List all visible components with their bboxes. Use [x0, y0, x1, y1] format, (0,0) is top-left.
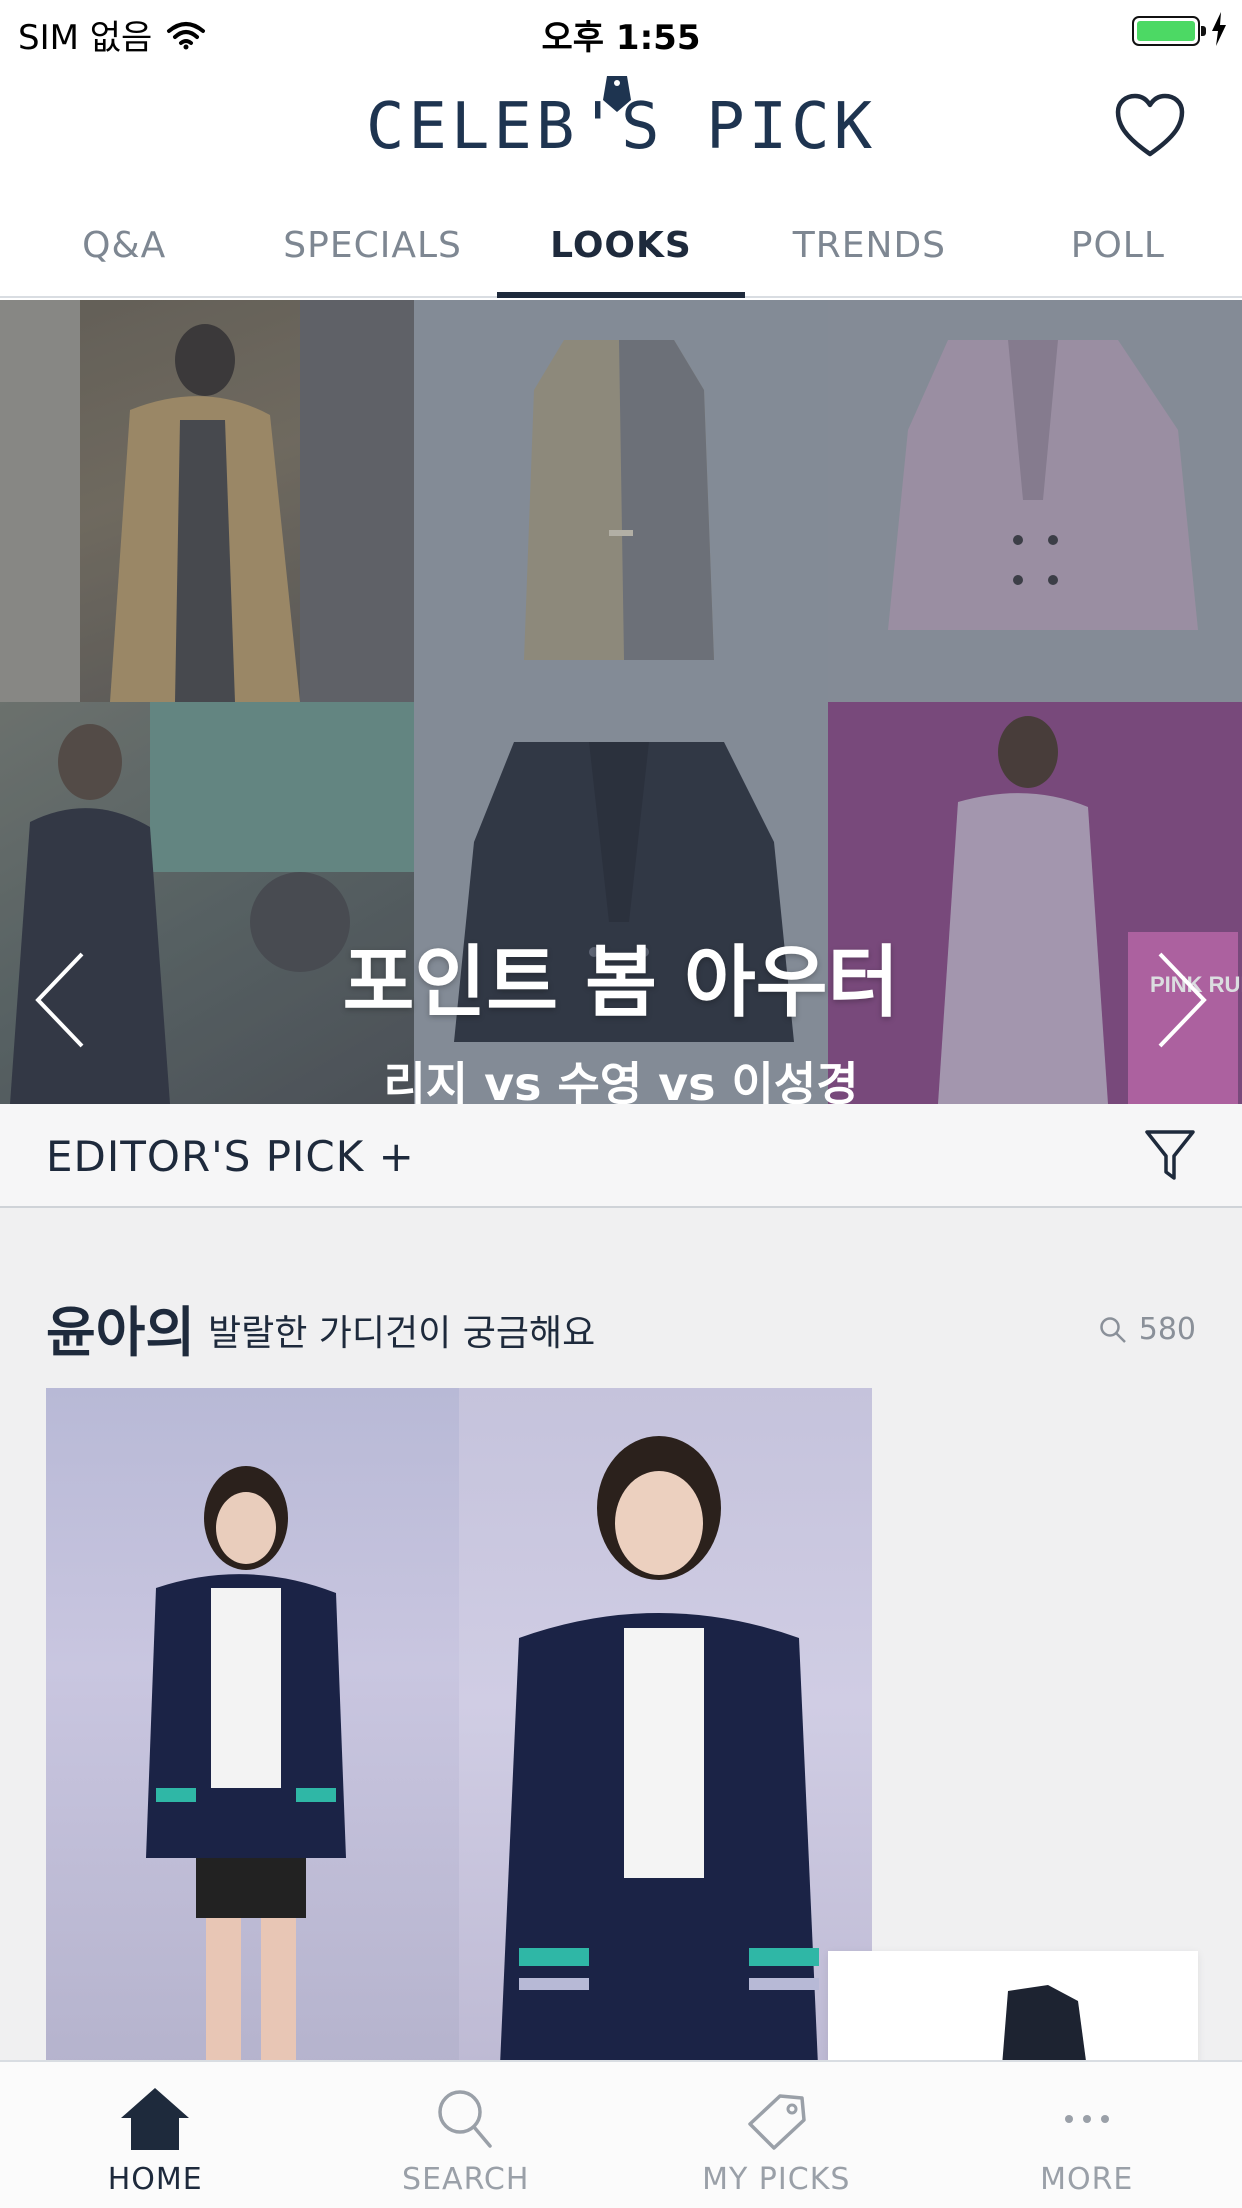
look-photo-right: [459, 1388, 872, 2060]
status-bar: SIM 없음 오후 1:55: [0, 0, 1242, 60]
price-tag-icon: [603, 76, 631, 112]
status-time: 오후 1:55: [541, 18, 701, 58]
featured-banner[interactable]: PINK RUN 포인트 봄 아우터 리지 vs 수영 vs 이성경: [0, 300, 1242, 1104]
look-feed: 윤아의 발랄한 가디건이 궁금해요 580: [0, 1208, 1242, 2060]
battery-level: [1137, 21, 1195, 41]
look-subtitle[interactable]: 발랄한 가디건이 궁금해요: [208, 1304, 595, 1356]
look-photo-left: [46, 1388, 459, 2060]
view-count: 580: [1099, 1312, 1196, 1347]
chevron-right-icon[interactable]: [1152, 950, 1212, 1050]
tab-specials[interactable]: SPECIALS: [248, 200, 496, 296]
tabbar-my-picks-label: MY PICKS: [702, 2162, 851, 2197]
tag-icon: [748, 2094, 806, 2150]
tabbar-home[interactable]: HOME: [0, 2062, 311, 2208]
home-icon: [121, 2088, 190, 2150]
tab-trends[interactable]: TRENDS: [745, 200, 993, 296]
heart-icon[interactable]: [1114, 92, 1186, 160]
editors-pick-bar: EDITOR'S PICK +: [0, 1104, 1242, 1208]
editors-pick-button[interactable]: EDITOR'S PICK +: [46, 1132, 415, 1181]
banner-title: 포인트 봄 아우터: [342, 938, 900, 1028]
tab-qa[interactable]: Q&A: [0, 200, 248, 296]
product-card[interactable]: [828, 1951, 1198, 2060]
charging-bolt-icon: [1212, 12, 1226, 46]
tab-poll[interactable]: POLL: [994, 200, 1242, 296]
chevron-left-icon[interactable]: [30, 950, 90, 1050]
tab-looks[interactable]: LOOKS: [496, 200, 746, 298]
filter-icon[interactable]: [1144, 1128, 1196, 1184]
tabbar-home-label: HOME: [107, 2162, 203, 2197]
look-celeb-name[interactable]: 윤아의: [46, 1288, 195, 1367]
search-icon: [1099, 1316, 1126, 1343]
tabbar-my-picks[interactable]: MY PICKS: [621, 2062, 932, 2208]
more-dots-icon: [1064, 2115, 1109, 2123]
tabbar-more-label: MORE: [1040, 2162, 1134, 2197]
tabbar-more[interactable]: MORE: [932, 2062, 1242, 2208]
tabbar-search[interactable]: SEARCH: [311, 2062, 622, 2208]
battery-icon: [1132, 16, 1206, 46]
search-icon: [438, 2090, 492, 2148]
tabbar-search-label: SEARCH: [402, 2162, 530, 2197]
banner-subtitle: 리지 vs 수영 vs 이성경: [383, 1057, 859, 1104]
category-tabs: Q&A SPECIALS LOOKS TRENDS POLL: [0, 200, 1242, 298]
bottom-tab-bar: HOME SEARCH MY PICKS MORE: [0, 2060, 1242, 2208]
app-header: CELEB'S PICK: [0, 60, 1242, 190]
view-count-value: 580: [1138, 1312, 1196, 1347]
look-photo[interactable]: [46, 1388, 872, 2060]
